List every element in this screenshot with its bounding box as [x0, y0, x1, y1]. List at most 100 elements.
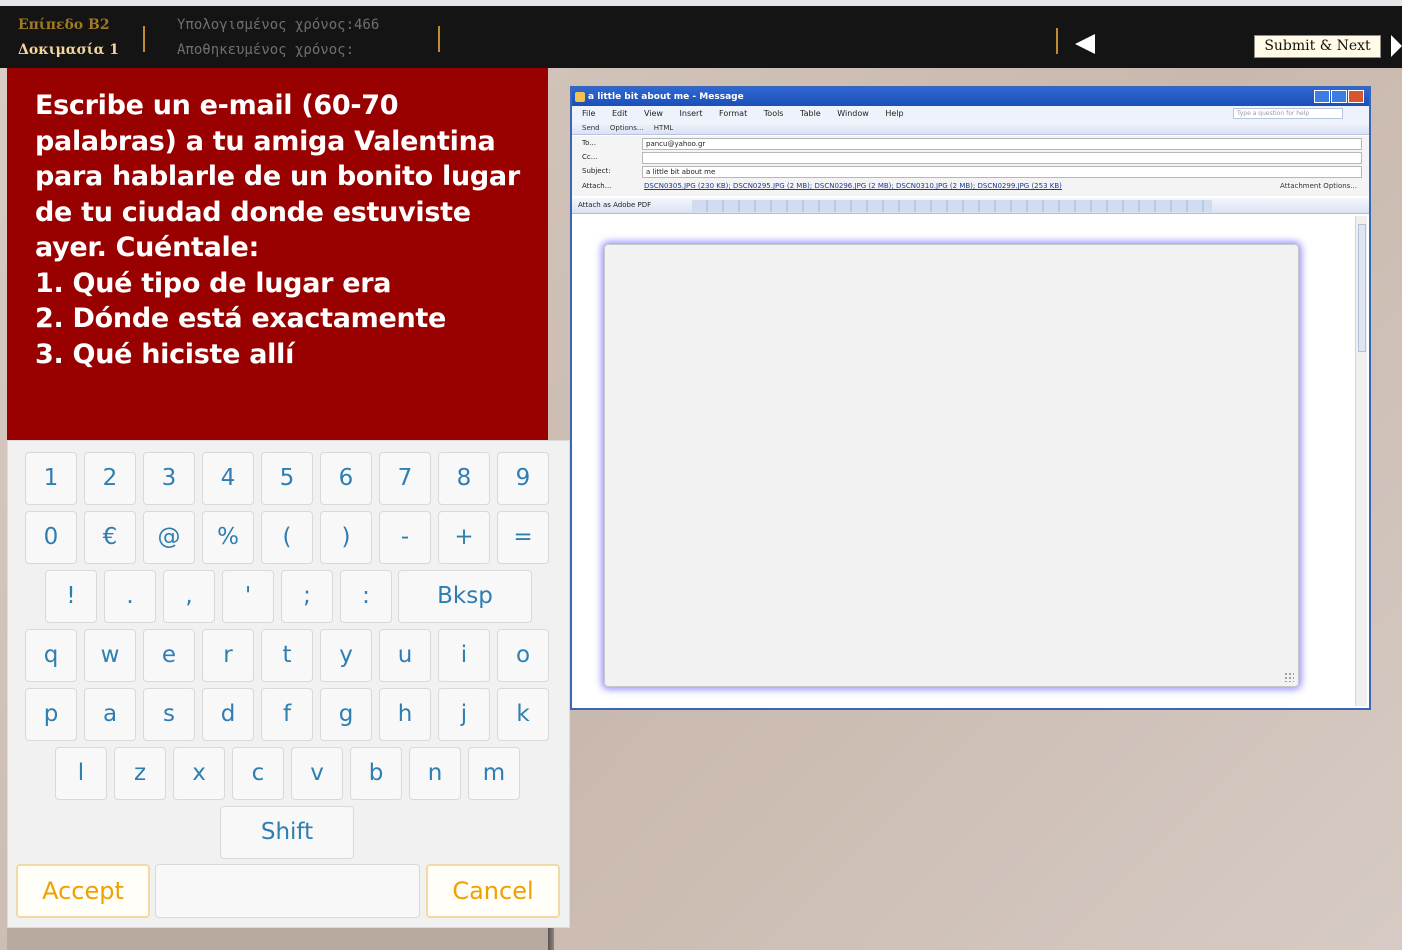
key-0[interactable]: 0 [25, 511, 77, 564]
menu-item: View [643, 109, 663, 118]
key-colon[interactable]: : [340, 570, 392, 623]
key-close-paren[interactable]: ) [320, 511, 372, 564]
separator [438, 26, 440, 52]
subject-row: Subject: a little bit about me [572, 166, 1369, 179]
attachment-options: Attachment Options... [1280, 182, 1357, 190]
key-s[interactable]: s [143, 688, 195, 741]
key-i[interactable]: i [438, 629, 490, 682]
key-1[interactable]: 1 [25, 452, 77, 505]
cc-field [642, 152, 1362, 164]
key-x[interactable]: x [173, 747, 225, 800]
next-arrow-icon[interactable] [1391, 35, 1402, 57]
subject-label: Subject: [582, 167, 611, 175]
key-5[interactable]: 5 [261, 452, 313, 505]
key-7[interactable]: 7 [379, 452, 431, 505]
key-6[interactable]: 6 [320, 452, 372, 505]
key-d[interactable]: d [202, 688, 254, 741]
menu-item: Insert [679, 109, 703, 118]
menu-item: Help [885, 109, 904, 118]
format-buttons [692, 200, 1212, 212]
on-screen-keyboard: 1 2 3 4 5 6 7 8 9 0 € @ % ( ) - + = ! . … [7, 440, 570, 928]
outlook-icon [575, 92, 585, 102]
to-field: pancu@yahoo.gr [642, 138, 1362, 150]
key-exclamation[interactable]: ! [45, 570, 97, 623]
key-n[interactable]: n [409, 747, 461, 800]
key-b[interactable]: b [350, 747, 402, 800]
accept-button[interactable]: Accept [16, 864, 150, 918]
attach-row: Attach... DSCN0305.JPG (230 KB); DSCN029… [572, 181, 1369, 194]
attach-label: Attach... [582, 182, 612, 190]
formatting-toolbar: Attach as Adobe PDF [572, 198, 1369, 214]
key-plus[interactable]: + [438, 511, 490, 564]
previous-arrow-icon[interactable] [1075, 34, 1095, 54]
key-m[interactable]: m [468, 747, 520, 800]
to-label: To... [582, 139, 596, 147]
key-9[interactable]: 9 [497, 452, 549, 505]
help-search-box: Type a question for help [1233, 108, 1343, 119]
window-title: a little bit about me - Message [588, 92, 744, 102]
format-select: HTML [653, 124, 674, 132]
key-2[interactable]: 2 [84, 452, 136, 505]
key-w[interactable]: w [84, 629, 136, 682]
key-v[interactable]: v [291, 747, 343, 800]
key-apostrophe[interactable]: ' [222, 570, 274, 623]
key-y[interactable]: y [320, 629, 372, 682]
key-minus[interactable]: - [379, 511, 431, 564]
saved-time: Αποθηκευμένος χρόνος: [177, 42, 355, 58]
key-t[interactable]: t [261, 629, 313, 682]
header-fields: To... pancu@yahoo.gr Cc... Subject: a li… [572, 136, 1369, 196]
space-key[interactable] [155, 864, 420, 918]
key-o[interactable]: o [497, 629, 549, 682]
cc-row: Cc... [572, 152, 1369, 165]
maximize-icon [1331, 90, 1347, 103]
key-z[interactable]: z [114, 747, 166, 800]
close-icon [1348, 90, 1364, 103]
computed-time: Υπολογισμένος χρόνος:466 [177, 17, 380, 33]
menu-item: Edit [611, 109, 628, 118]
answer-textarea[interactable] [604, 244, 1299, 687]
attachment: DSCN0296.JPG (2 MB) [814, 182, 892, 190]
key-3[interactable]: 3 [143, 452, 195, 505]
scrollbar-thumb [1358, 224, 1366, 352]
backspace-key[interactable]: Bksp [398, 570, 532, 623]
attachment: DSCN0310.JPG (2 MB) [896, 182, 973, 190]
key-h[interactable]: h [379, 688, 431, 741]
subject-field: a little bit about me [642, 166, 1362, 178]
key-u[interactable]: u [379, 629, 431, 682]
key-open-paren[interactable]: ( [261, 511, 313, 564]
key-period[interactable]: . [104, 570, 156, 623]
cancel-button[interactable]: Cancel [426, 864, 560, 918]
key-semicolon[interactable]: ; [281, 570, 333, 623]
key-euro[interactable]: € [84, 511, 136, 564]
key-p[interactable]: p [25, 688, 77, 741]
attach-pdf-button: Attach as Adobe PDF [578, 201, 652, 209]
cc-label: Cc... [582, 153, 598, 161]
key-4[interactable]: 4 [202, 452, 254, 505]
question-list: 1. Qué tipo de lugar era 2. Dónde está e… [35, 266, 535, 373]
separator [1056, 28, 1058, 54]
attachment: DSCN0295.JPG (2 MB) [732, 182, 810, 190]
key-a[interactable]: a [84, 688, 136, 741]
key-j[interactable]: j [438, 688, 490, 741]
question-panel: Escribe un e-mail (60-70 palabras) a tu … [7, 68, 548, 440]
submit-next-button[interactable]: Submit & Next [1254, 35, 1381, 58]
resize-grip-icon[interactable] [1284, 672, 1294, 682]
key-k[interactable]: k [497, 688, 549, 741]
key-g[interactable]: g [320, 688, 372, 741]
key-f[interactable]: f [261, 688, 313, 741]
shift-key[interactable]: Shift [220, 806, 354, 859]
key-at[interactable]: @ [143, 511, 195, 564]
key-percent[interactable]: % [202, 511, 254, 564]
panel-bottom [7, 928, 548, 950]
key-q[interactable]: q [25, 629, 77, 682]
key-8[interactable]: 8 [438, 452, 490, 505]
key-r[interactable]: r [202, 629, 254, 682]
key-c[interactable]: c [232, 747, 284, 800]
question-item: 2. Dónde está exactamente [35, 303, 447, 334]
key-equals[interactable]: = [497, 511, 549, 564]
key-comma[interactable]: , [163, 570, 215, 623]
menu-item: Table [800, 109, 821, 118]
key-l[interactable]: l [55, 747, 107, 800]
menu-item: Window [837, 109, 869, 118]
key-e[interactable]: e [143, 629, 195, 682]
